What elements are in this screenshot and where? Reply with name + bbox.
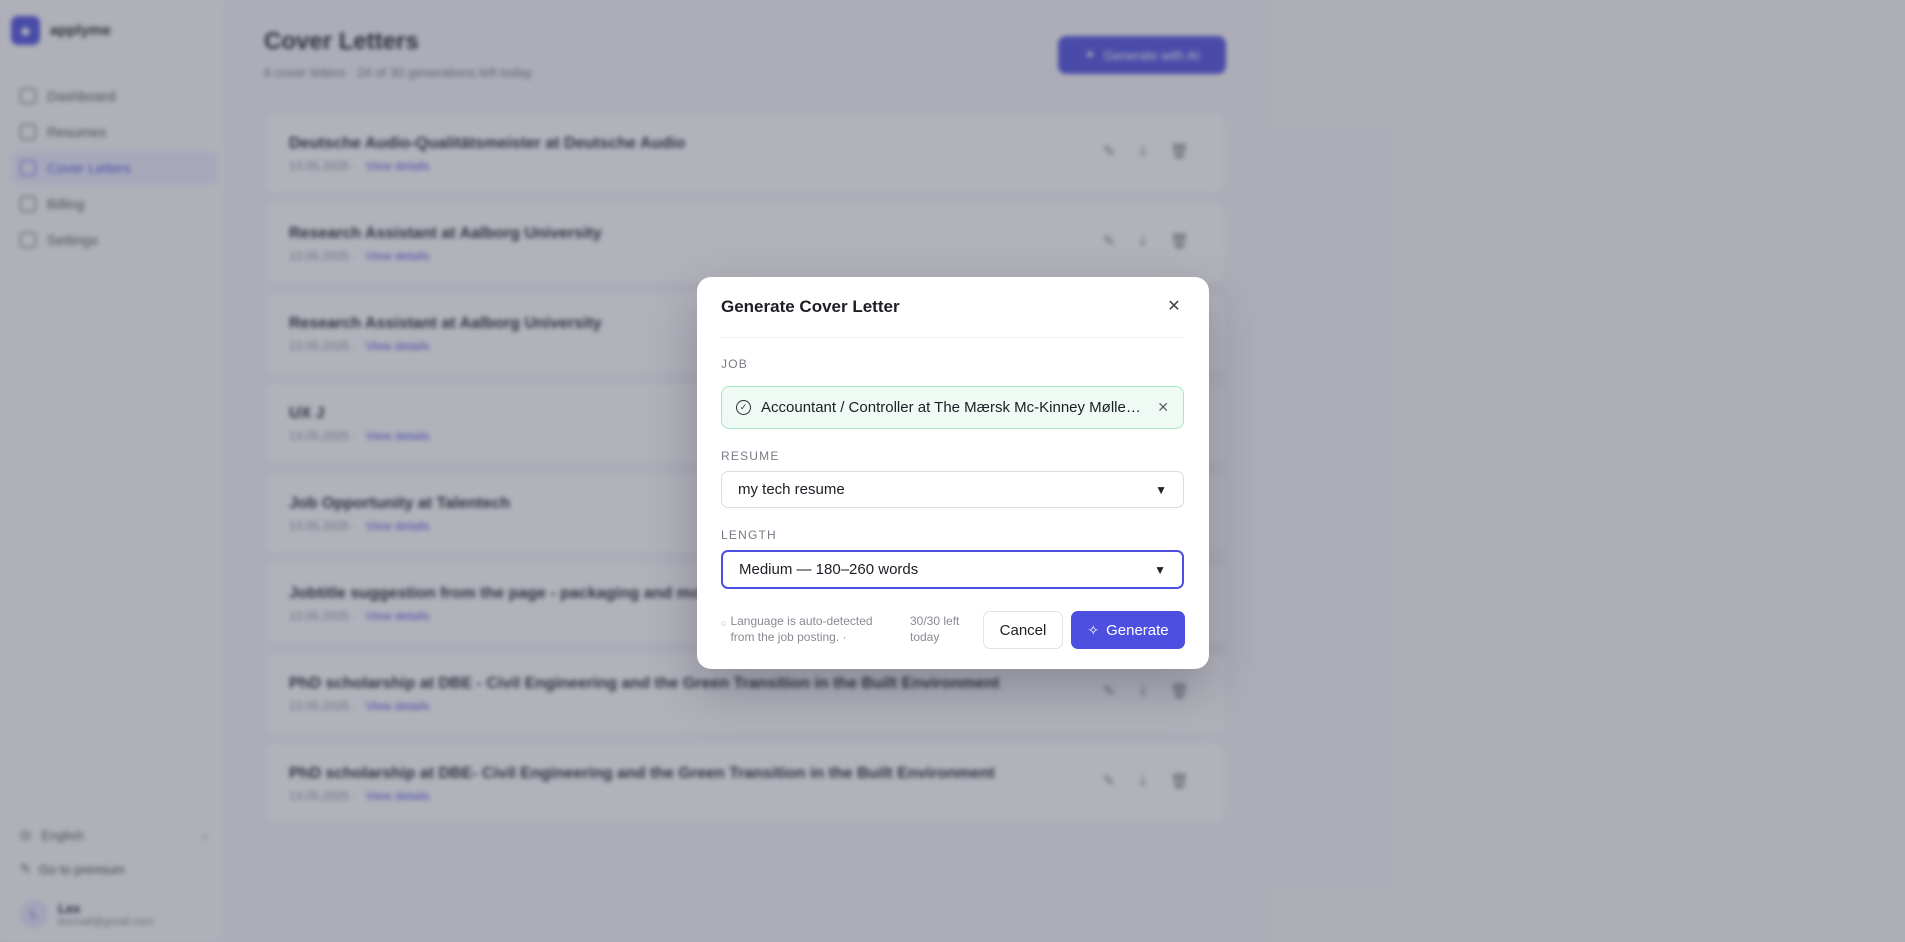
- job-label: JOB: [721, 357, 748, 371]
- chevron-down-icon: ▼: [1155, 482, 1167, 497]
- resume-select[interactable]: my tech resume ▼: [721, 471, 1184, 508]
- generate-button[interactable]: ✧ Generate: [1071, 611, 1185, 649]
- job-value: Accountant / Controller at The Mærsk Mc-…: [761, 399, 1145, 416]
- check-circle-icon: ✓: [736, 400, 751, 415]
- length-select[interactable]: Medium — 180–260 words ▼: [721, 550, 1184, 589]
- language-note: ○ Language is auto-detected from the job…: [721, 613, 891, 645]
- info-icon: ○: [721, 618, 727, 628]
- cancel-button[interactable]: Cancel: [983, 611, 1063, 649]
- selected-job-chip[interactable]: ✓ Accountant / Controller at The Mærsk M…: [721, 386, 1184, 429]
- generate-cover-letter-dialog: Generate Cover Letter ✕ JOB ✓ Accountant…: [697, 277, 1209, 669]
- length-label: LENGTH: [721, 528, 777, 542]
- clear-job-icon[interactable]: ✕: [1157, 399, 1169, 416]
- sparkle-icon: ✧: [1087, 621, 1100, 638]
- generate-label: Generate: [1106, 621, 1169, 639]
- chevron-down-icon: ▼: [1154, 562, 1166, 577]
- length-value: Medium — 180–260 words: [739, 561, 919, 578]
- language-note-text: Language is auto-detected from the job p…: [730, 614, 873, 644]
- resume-value: my tech resume: [738, 481, 845, 498]
- close-icon[interactable]: ✕: [1163, 295, 1185, 317]
- divider: [721, 337, 1185, 338]
- quota-text: 30/30 left today: [910, 614, 960, 644]
- resume-label: RESUME: [721, 449, 780, 463]
- dialog-title: Generate Cover Letter: [721, 297, 900, 316]
